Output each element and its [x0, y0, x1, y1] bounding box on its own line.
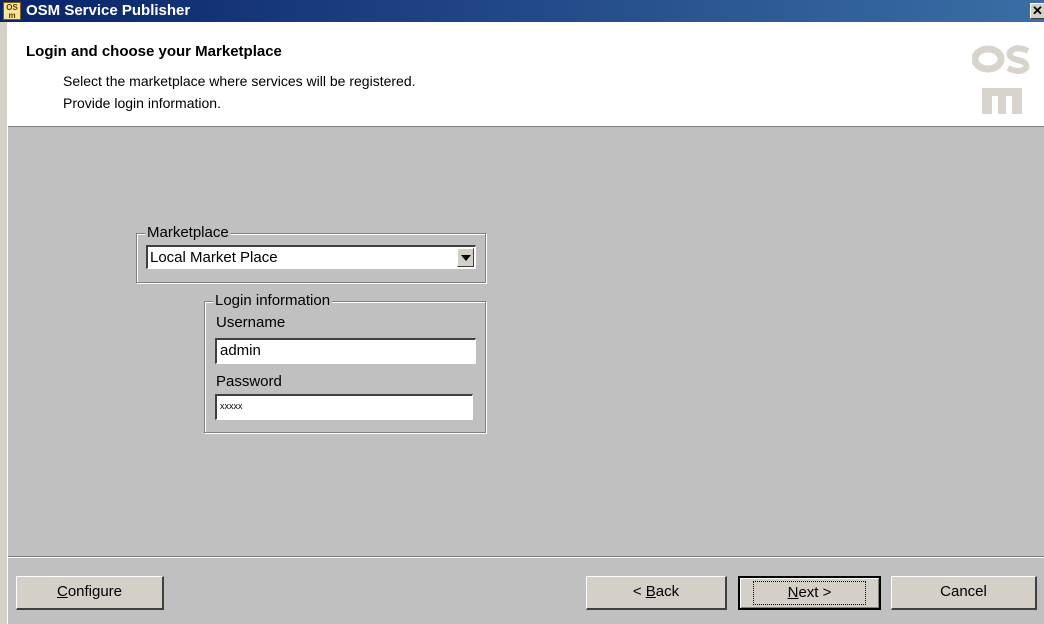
close-icon: ✕ [1032, 3, 1043, 18]
next-accel: N [787, 584, 799, 601]
login-legend: Login information [213, 292, 333, 310]
header-description-line2: Provide login information. [63, 95, 221, 111]
osm-logo-icon [972, 45, 1030, 114]
password-value: xxxxx [220, 401, 243, 411]
wizard-header: Login and choose your Marketplace Select… [8, 22, 1044, 127]
back-button[interactable]: < Back [586, 576, 727, 610]
header-title: Login and choose your Marketplace [26, 43, 282, 60]
configure-accel: C [56, 583, 68, 600]
configure-button[interactable]: Configure [16, 576, 164, 610]
title-bar[interactable]: OS m OSM Service Publisher ✕ [0, 0, 1044, 22]
window-left-edge [0, 22, 8, 624]
next-label: ext > [798, 584, 832, 601]
cancel-button[interactable]: Cancel [891, 576, 1037, 610]
cancel-label: Cancel [940, 583, 987, 600]
marketplace-legend: Marketplace [145, 224, 231, 242]
app-icon: OS m [3, 2, 21, 20]
back-accel: B [645, 583, 656, 600]
header-description-line1: Select the marketplace where services wi… [63, 73, 416, 89]
chevron-down-icon [461, 255, 471, 261]
password-label: Password [216, 373, 282, 390]
username-value: admin [220, 342, 261, 359]
username-field[interactable]: admin [215, 338, 476, 364]
marketplace-dropdown-button[interactable] [457, 248, 474, 267]
configure-label: onfigure [67, 583, 123, 600]
next-focus-rect: Next > [752, 581, 867, 605]
marketplace-select[interactable]: Local Market Place [146, 245, 476, 269]
back-prefix: < [632, 583, 646, 600]
password-field[interactable]: xxxxx [215, 394, 473, 420]
close-button[interactable]: ✕ [1030, 3, 1044, 19]
back-label: ack [655, 583, 680, 600]
footer-divider-highlight [8, 557, 1044, 558]
username-label: Username [216, 314, 286, 331]
marketplace-selected-value: Local Market Place [150, 249, 278, 266]
window-title: OSM Service Publisher [26, 2, 191, 19]
next-button[interactable]: Next > [738, 576, 881, 610]
